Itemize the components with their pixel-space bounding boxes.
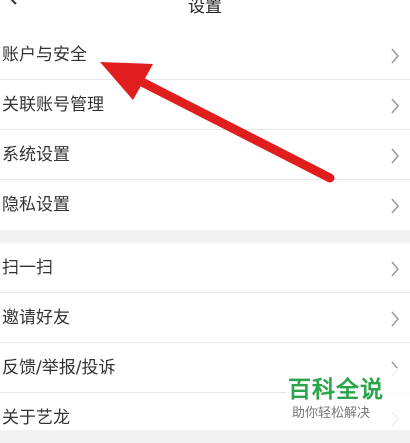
chevron-right-icon	[391, 261, 399, 277]
watermark-logo: 百科全说 助你轻松解决	[286, 368, 410, 430]
menu-item-scan[interactable]: 扫一扫	[0, 243, 410, 293]
menu-item-system-settings[interactable]: 系统设置	[0, 130, 410, 180]
chevron-right-icon	[391, 148, 399, 164]
chevron-right-icon	[391, 98, 399, 114]
menu-item-privacy-settings[interactable]: 隐私设置	[0, 180, 410, 230]
watermark-title: 百科全说	[288, 377, 384, 403]
settings-group-account: 账户与安全 关联账号管理 系统设置 隐私设置	[0, 30, 410, 230]
menu-item-invite-friends[interactable]: 邀请好友	[0, 293, 410, 343]
menu-item-label: 关于艺龙	[2, 408, 70, 428]
menu-item-label: 系统设置	[2, 145, 70, 165]
menu-item-label: 账户与安全	[2, 45, 87, 65]
page-title: 设置	[188, 0, 222, 17]
watermark-subtitle: 助你轻松解决	[292, 406, 371, 421]
menu-item-label: 扫一扫	[2, 258, 53, 278]
chevron-right-icon	[391, 48, 399, 64]
chevron-right-icon	[391, 311, 399, 327]
menu-item-linked-accounts[interactable]: 关联账号管理	[0, 80, 410, 130]
menu-item-label: 反馈/举报/投诉	[2, 358, 116, 378]
menu-item-account-security[interactable]: 账户与安全	[0, 30, 410, 80]
chevron-right-icon	[391, 198, 399, 214]
header-bar: 设置	[0, 0, 410, 30]
menu-item-label: 隐私设置	[2, 195, 70, 215]
menu-item-label: 关联账号管理	[2, 95, 104, 115]
menu-item-label: 邀请好友	[2, 308, 70, 328]
